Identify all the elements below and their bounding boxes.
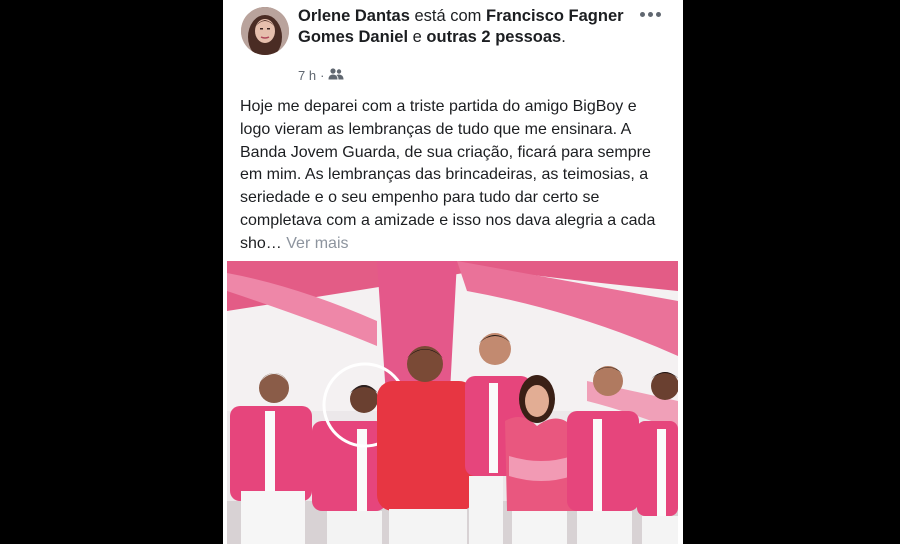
more-options-icon[interactable] — [640, 12, 661, 17]
see-more-link[interactable]: Ver mais — [286, 235, 348, 252]
post-timestamp[interactable]: 7 h — [298, 68, 316, 83]
with-text: está com — [414, 7, 482, 25]
meta-separator: · — [320, 68, 325, 83]
post-photo[interactable] — [227, 261, 678, 544]
post-body-text: Hoje me deparei com a triste partida do … — [240, 98, 656, 252]
author-name-link[interactable]: Orlene Dantas — [298, 7, 410, 25]
and-text: e — [412, 28, 422, 46]
post-body: Hoje me deparei com a triste partida do … — [240, 96, 670, 256]
friends-icon — [328, 68, 344, 83]
facebook-post-card: Orlene Dantas está com Francisco Fagner … — [223, 0, 683, 544]
header-period: . — [561, 28, 566, 46]
author-avatar[interactable] — [241, 7, 289, 55]
post-header: Orlene Dantas está com Francisco Fagner … — [298, 6, 628, 48]
post-meta: 7 h · — [298, 68, 344, 83]
others-link[interactable]: outras 2 pessoas — [426, 28, 561, 46]
